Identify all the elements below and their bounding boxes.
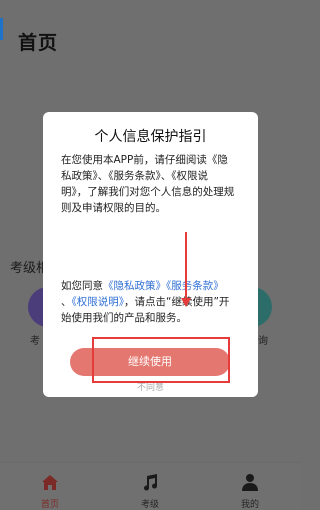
nav-item-mine[interactable]: 我的	[200, 463, 300, 510]
bottom-nav: 首页 考级 我的	[0, 462, 300, 510]
intro-line-2: 私政策》、《服务条款》、《权限说	[61, 170, 208, 182]
intro-line-4: 则及申请权限的目的。	[61, 202, 166, 214]
music-note-icon	[144, 474, 158, 491]
status-indicator	[0, 18, 3, 40]
category-label-left: 考	[30, 336, 40, 347]
separator: 、	[61, 296, 72, 308]
user-icon	[242, 474, 258, 491]
annotation-highlight-box	[92, 337, 230, 383]
dialog-title: 个人信息保护指引	[94, 129, 207, 145]
dialog-consent: 如您同意《隐私政策》《服务条款》 、《权限说明》，请点击“继续使用”开 始使用我…	[61, 278, 245, 326]
consent-suffix-2: 始使用我们的产品和服务。	[61, 312, 187, 324]
permission-link[interactable]: 《权限说明》	[72, 296, 125, 308]
intro-line-1: 在您使用本APP前，请仔细阅读《隐	[61, 154, 228, 166]
nav-label-mine: 我的	[240, 500, 259, 510]
dialog-intro: 在您使用本APP前，请仔细阅读《隐 私政策》、《服务条款》、《权限说 明》，了解…	[61, 152, 245, 216]
annotation-arrow-head	[181, 298, 191, 307]
page-title: 首页	[18, 32, 59, 54]
home-icon	[42, 475, 58, 490]
consent-prefix: 如您同意	[61, 280, 103, 292]
nav-label-exam: 考级	[140, 500, 159, 510]
nav-item-exam[interactable]: 考级	[100, 463, 200, 510]
nav-item-home[interactable]: 首页	[0, 463, 100, 510]
intro-line-3: 明》，了解我们对您个人信息的处理规	[61, 186, 235, 198]
category-label-right: 询	[258, 336, 268, 347]
annotation-arrow-line	[185, 232, 187, 300]
consent-suffix-1: ，请点击“继续使用”开	[124, 296, 230, 308]
nav-label-home: 首页	[40, 500, 59, 510]
privacy-policy-link[interactable]: 《隐私政策》	[103, 280, 166, 292]
terms-link[interactable]: 《服务条款》	[166, 280, 224, 292]
